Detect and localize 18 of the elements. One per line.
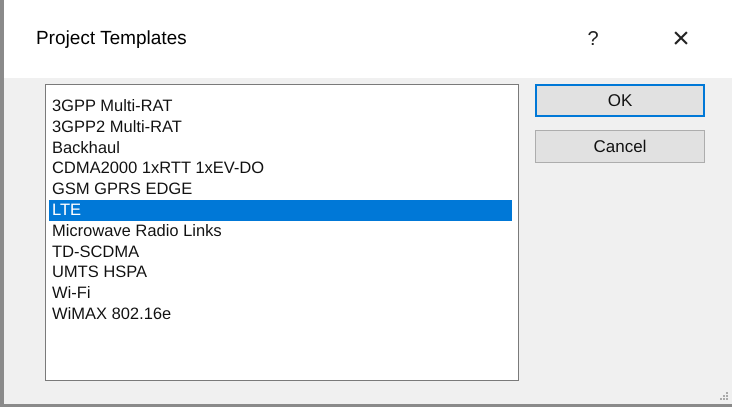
list-item[interactable]: 3GPP2 Multi-RAT: [49, 116, 512, 138]
list-item[interactable]: TD-SCDMA: [49, 242, 512, 262]
list-item[interactable]: WiMAX 802.16e: [49, 304, 512, 325]
close-button[interactable]: ×: [656, 22, 706, 56]
list-item[interactable]: 3GPP Multi-RAT: [49, 96, 512, 117]
list-item[interactable]: Microwave Radio Links: [49, 220, 512, 242]
resize-grip-icon[interactable]: [718, 390, 728, 400]
help-button[interactable]: ?: [568, 28, 618, 50]
list-item[interactable]: CDMA2000 1xRTT 1xEV-DO: [49, 158, 512, 180]
ok-button[interactable]: OK: [535, 84, 705, 117]
list-item[interactable]: GSM GPRS EDGE: [49, 179, 512, 200]
list-item[interactable]: UMTS HSPA: [49, 262, 512, 284]
list-item[interactable]: Wi-Fi: [49, 283, 512, 304]
list-item[interactable]: LTE: [49, 200, 512, 221]
window-title: Project Templates: [36, 28, 188, 50]
cancel-button[interactable]: Cancel: [535, 130, 705, 163]
template-list[interactable]: 3GPP Multi-RAT 3GPP2 Multi-RAT Backhaul CDMA2000 1xRTT 1xEV-DO GSM GPRS EDGE LTE Microwave Radio Links TD-SCDMA UMTS HSPA Wi-Fi WiMAX 802.16e: [45, 84, 519, 381]
list-item[interactable]: Backhaul: [49, 138, 512, 158]
